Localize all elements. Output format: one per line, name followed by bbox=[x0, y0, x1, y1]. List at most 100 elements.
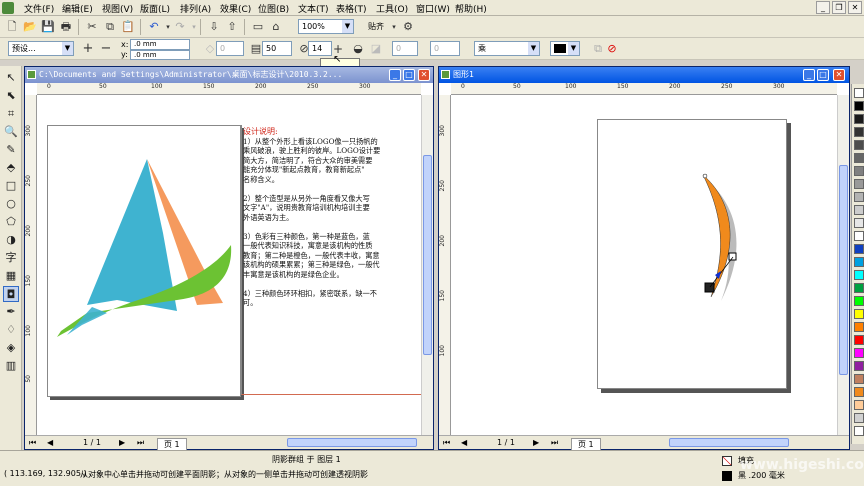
page-prev-icon[interactable]: ◀ bbox=[47, 438, 53, 447]
cut-icon[interactable]: ✂ bbox=[84, 19, 100, 35]
menu-file[interactable]: 文件(F) bbox=[22, 2, 56, 15]
remove-preset-icon[interactable]: − bbox=[98, 41, 114, 57]
zoom-tool-icon[interactable]: 🔍 bbox=[3, 124, 19, 140]
palette-swatch[interactable] bbox=[854, 179, 864, 189]
doc2-close-button[interactable]: ✕ bbox=[833, 69, 845, 81]
document-window-2[interactable]: 图形1 _ □ ✕ 0 50 100 150 200 250 300 300 2… bbox=[438, 66, 850, 451]
clear-shadow-icon[interactable]: ⊘ bbox=[604, 41, 620, 57]
table-tool-icon[interactable]: ▦ bbox=[3, 268, 19, 284]
interactive-fill-tool-icon[interactable]: ▥ bbox=[3, 358, 19, 374]
palette-swatch[interactable] bbox=[854, 413, 864, 423]
pick-tool-icon[interactable]: ↖ bbox=[3, 70, 19, 86]
palette-swatch[interactable] bbox=[854, 361, 864, 371]
drop-shadow-tool-icon[interactable]: ◘ bbox=[3, 286, 19, 302]
page-first-icon[interactable]: ⏮ bbox=[29, 438, 36, 448]
palette-swatch[interactable] bbox=[854, 374, 864, 384]
doc1-titlebar[interactable]: C:\Documents and Settings\Administrator\… bbox=[25, 67, 433, 83]
node-handle[interactable] bbox=[702, 173, 708, 179]
import-icon[interactable]: ⇩ bbox=[206, 19, 222, 35]
fill-none-icon[interactable] bbox=[722, 456, 732, 466]
zoom-select[interactable]: 100% ▼ bbox=[298, 19, 354, 34]
doc2-vertical-ruler[interactable]: 300 250 200 150 100 bbox=[439, 95, 451, 435]
doc1-vertical-ruler[interactable]: 300 250 200 150 100 50 bbox=[25, 95, 37, 435]
palette-swatch[interactable] bbox=[854, 205, 864, 215]
doc2-minimize-button[interactable]: _ bbox=[803, 69, 815, 81]
doc1-vscroll-thumb[interactable] bbox=[423, 155, 432, 355]
menu-arrange[interactable]: 排列(A) bbox=[178, 2, 213, 15]
page-next-icon[interactable]: ▶ bbox=[533, 438, 539, 447]
page-first-icon[interactable]: ⏮ bbox=[443, 438, 450, 448]
page-last-icon[interactable]: ⏭ bbox=[551, 438, 558, 448]
x-field[interactable]: .0 mm bbox=[130, 39, 190, 50]
smart-fill-tool-icon[interactable]: ⬘ bbox=[3, 160, 19, 176]
palette-swatch[interactable] bbox=[854, 127, 864, 137]
app-close-button[interactable]: ✕ bbox=[848, 1, 862, 14]
doc2-canvas[interactable] bbox=[451, 95, 837, 435]
welcome-icon[interactable]: ⌂ bbox=[268, 19, 284, 35]
palette-swatch[interactable] bbox=[854, 335, 864, 345]
palette-swatch[interactable] bbox=[854, 426, 864, 436]
y-field[interactable]: .0 mm bbox=[130, 50, 190, 60]
page-last-icon[interactable]: ⏭ bbox=[137, 438, 144, 448]
menu-tools[interactable]: 工具(O) bbox=[374, 2, 410, 15]
page-prev-icon[interactable]: ◀ bbox=[461, 438, 467, 447]
doc1-hscroll-thumb[interactable] bbox=[287, 438, 417, 447]
fill-tool-icon[interactable]: ◈ bbox=[3, 340, 19, 356]
palette-swatch[interactable] bbox=[854, 322, 864, 332]
menu-table[interactable]: 表格(T) bbox=[334, 2, 369, 15]
palette-swatch[interactable] bbox=[854, 140, 864, 150]
palette-swatch[interactable] bbox=[854, 88, 864, 98]
export-icon[interactable]: ⇧ bbox=[224, 19, 240, 35]
menu-effects[interactable]: 效果(C) bbox=[218, 2, 253, 15]
menu-layout[interactable]: 版面(L) bbox=[138, 2, 172, 15]
app-icon[interactable] bbox=[2, 2, 14, 14]
doc2-hscroll-thumb[interactable] bbox=[669, 438, 789, 447]
palette-swatch[interactable] bbox=[854, 283, 864, 293]
palette-swatch[interactable] bbox=[854, 270, 864, 280]
menu-edit[interactable]: 编辑(E) bbox=[60, 2, 95, 15]
app-restore-button[interactable]: ❐ bbox=[832, 1, 846, 14]
menu-view[interactable]: 视图(V) bbox=[100, 2, 135, 15]
feather-edge-icon[interactable]: ◪ bbox=[368, 41, 384, 57]
transparency-mode-select[interactable]: 乘 ▼ bbox=[474, 41, 540, 56]
save-icon[interactable]: 💾 bbox=[40, 19, 56, 35]
menu-bitmaps[interactable]: 位图(B) bbox=[256, 2, 291, 15]
doc1-vertical-scrollbar[interactable] bbox=[421, 95, 433, 435]
menu-text[interactable]: 文本(T) bbox=[296, 2, 331, 15]
doc1-close-button[interactable]: ✕ bbox=[418, 69, 430, 81]
doc2-vscroll-thumb[interactable] bbox=[839, 165, 848, 375]
palette-swatch[interactable] bbox=[854, 231, 864, 241]
palette-swatch[interactable] bbox=[854, 166, 864, 176]
print-icon[interactable]: 🖶 bbox=[58, 19, 74, 35]
polygon-tool-icon[interactable]: ⬠ bbox=[3, 214, 19, 230]
freehand-tool-icon[interactable]: ✎ bbox=[3, 142, 19, 158]
palette-swatch[interactable] bbox=[854, 400, 864, 410]
edge-field[interactable]: 0 bbox=[430, 41, 460, 56]
launcher-icon[interactable]: ▭ bbox=[250, 19, 266, 35]
doc2-horizontal-ruler[interactable]: 0 50 100 150 200 250 300 bbox=[451, 83, 837, 95]
document-window-1[interactable]: C:\Documents and Settings\Administrator\… bbox=[24, 66, 434, 451]
feather-field[interactable]: 50 bbox=[262, 41, 292, 56]
add-preset-icon[interactable]: + bbox=[80, 41, 96, 57]
palette-swatch[interactable] bbox=[854, 309, 864, 319]
direction-field[interactable]: 0 bbox=[392, 41, 418, 56]
text-tool-icon[interactable]: 字 bbox=[3, 250, 19, 266]
doc2-titlebar[interactable]: 图形1 bbox=[439, 67, 849, 83]
shadow-start-handle[interactable] bbox=[704, 282, 715, 293]
palette-swatch[interactable] bbox=[854, 257, 864, 267]
shadow-end-handle[interactable] bbox=[728, 252, 737, 261]
shape-tool-icon[interactable]: ⬉ bbox=[3, 88, 19, 104]
ellipse-tool-icon[interactable]: ○ bbox=[3, 196, 19, 212]
crop-tool-icon[interactable]: ⌗ bbox=[3, 106, 19, 122]
palette-swatch[interactable] bbox=[854, 101, 864, 111]
app-minimize-button[interactable]: _ bbox=[816, 1, 830, 14]
paste-icon[interactable]: 📋 bbox=[120, 19, 136, 35]
doc2-maximize-button[interactable]: □ bbox=[817, 69, 829, 81]
outline-tool-icon[interactable]: ♢ bbox=[3, 322, 19, 338]
palette-swatch[interactable] bbox=[854, 153, 864, 163]
palette-swatch[interactable] bbox=[854, 218, 864, 228]
palette-swatch[interactable] bbox=[854, 244, 864, 254]
palette-swatch[interactable] bbox=[854, 296, 864, 306]
outline-color-swatch[interactable] bbox=[722, 471, 732, 481]
doc1-canvas[interactable]: 设计说明: 1）从整个外形上看该LOGO像一只扬帆的 乘风破浪，驶上胜利的彼岸。… bbox=[37, 95, 421, 435]
